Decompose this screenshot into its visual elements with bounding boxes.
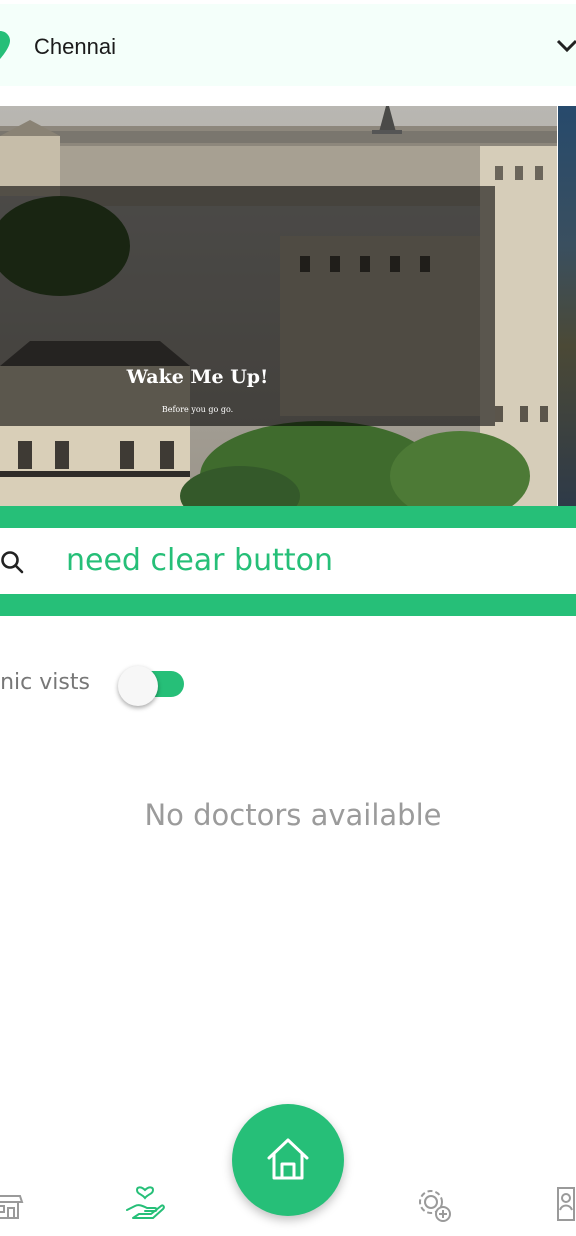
banner-carousel[interactable]: Wake Me Up! Before you go go. (0, 106, 576, 506)
location-pin-icon (0, 31, 10, 59)
banner-subtitle: Before you go go. (161, 405, 234, 414)
clinic-visits-label: inic vists (0, 670, 90, 695)
settings-icon[interactable] (413, 1184, 453, 1224)
search-input-value[interactable]: need clear button (66, 543, 333, 578)
search-input[interactable]: need clear button (0, 528, 576, 594)
search-icon[interactable] (0, 550, 24, 574)
banner-slide[interactable]: Wake Me Up! Before you go go. (0, 106, 557, 506)
shop-icon[interactable] (0, 1184, 26, 1224)
care-icon[interactable] (125, 1184, 165, 1224)
empty-state-message: No doctors available (144, 798, 442, 832)
city-name: Chennai (34, 34, 116, 59)
toggle-knob[interactable] (118, 666, 158, 706)
banner-slide-next[interactable] (558, 106, 576, 506)
home-button[interactable] (232, 1104, 344, 1216)
banner-overlay: Wake Me Up! Before you go go. (0, 186, 495, 426)
profile-icon[interactable] (552, 1184, 576, 1224)
search-bar: need clear button (0, 506, 576, 616)
home-icon (267, 1138, 309, 1180)
location-bar[interactable]: Chennai (0, 4, 576, 86)
chevron-down-icon[interactable] (556, 38, 576, 54)
banner-title: Wake Me Up! (126, 366, 269, 388)
